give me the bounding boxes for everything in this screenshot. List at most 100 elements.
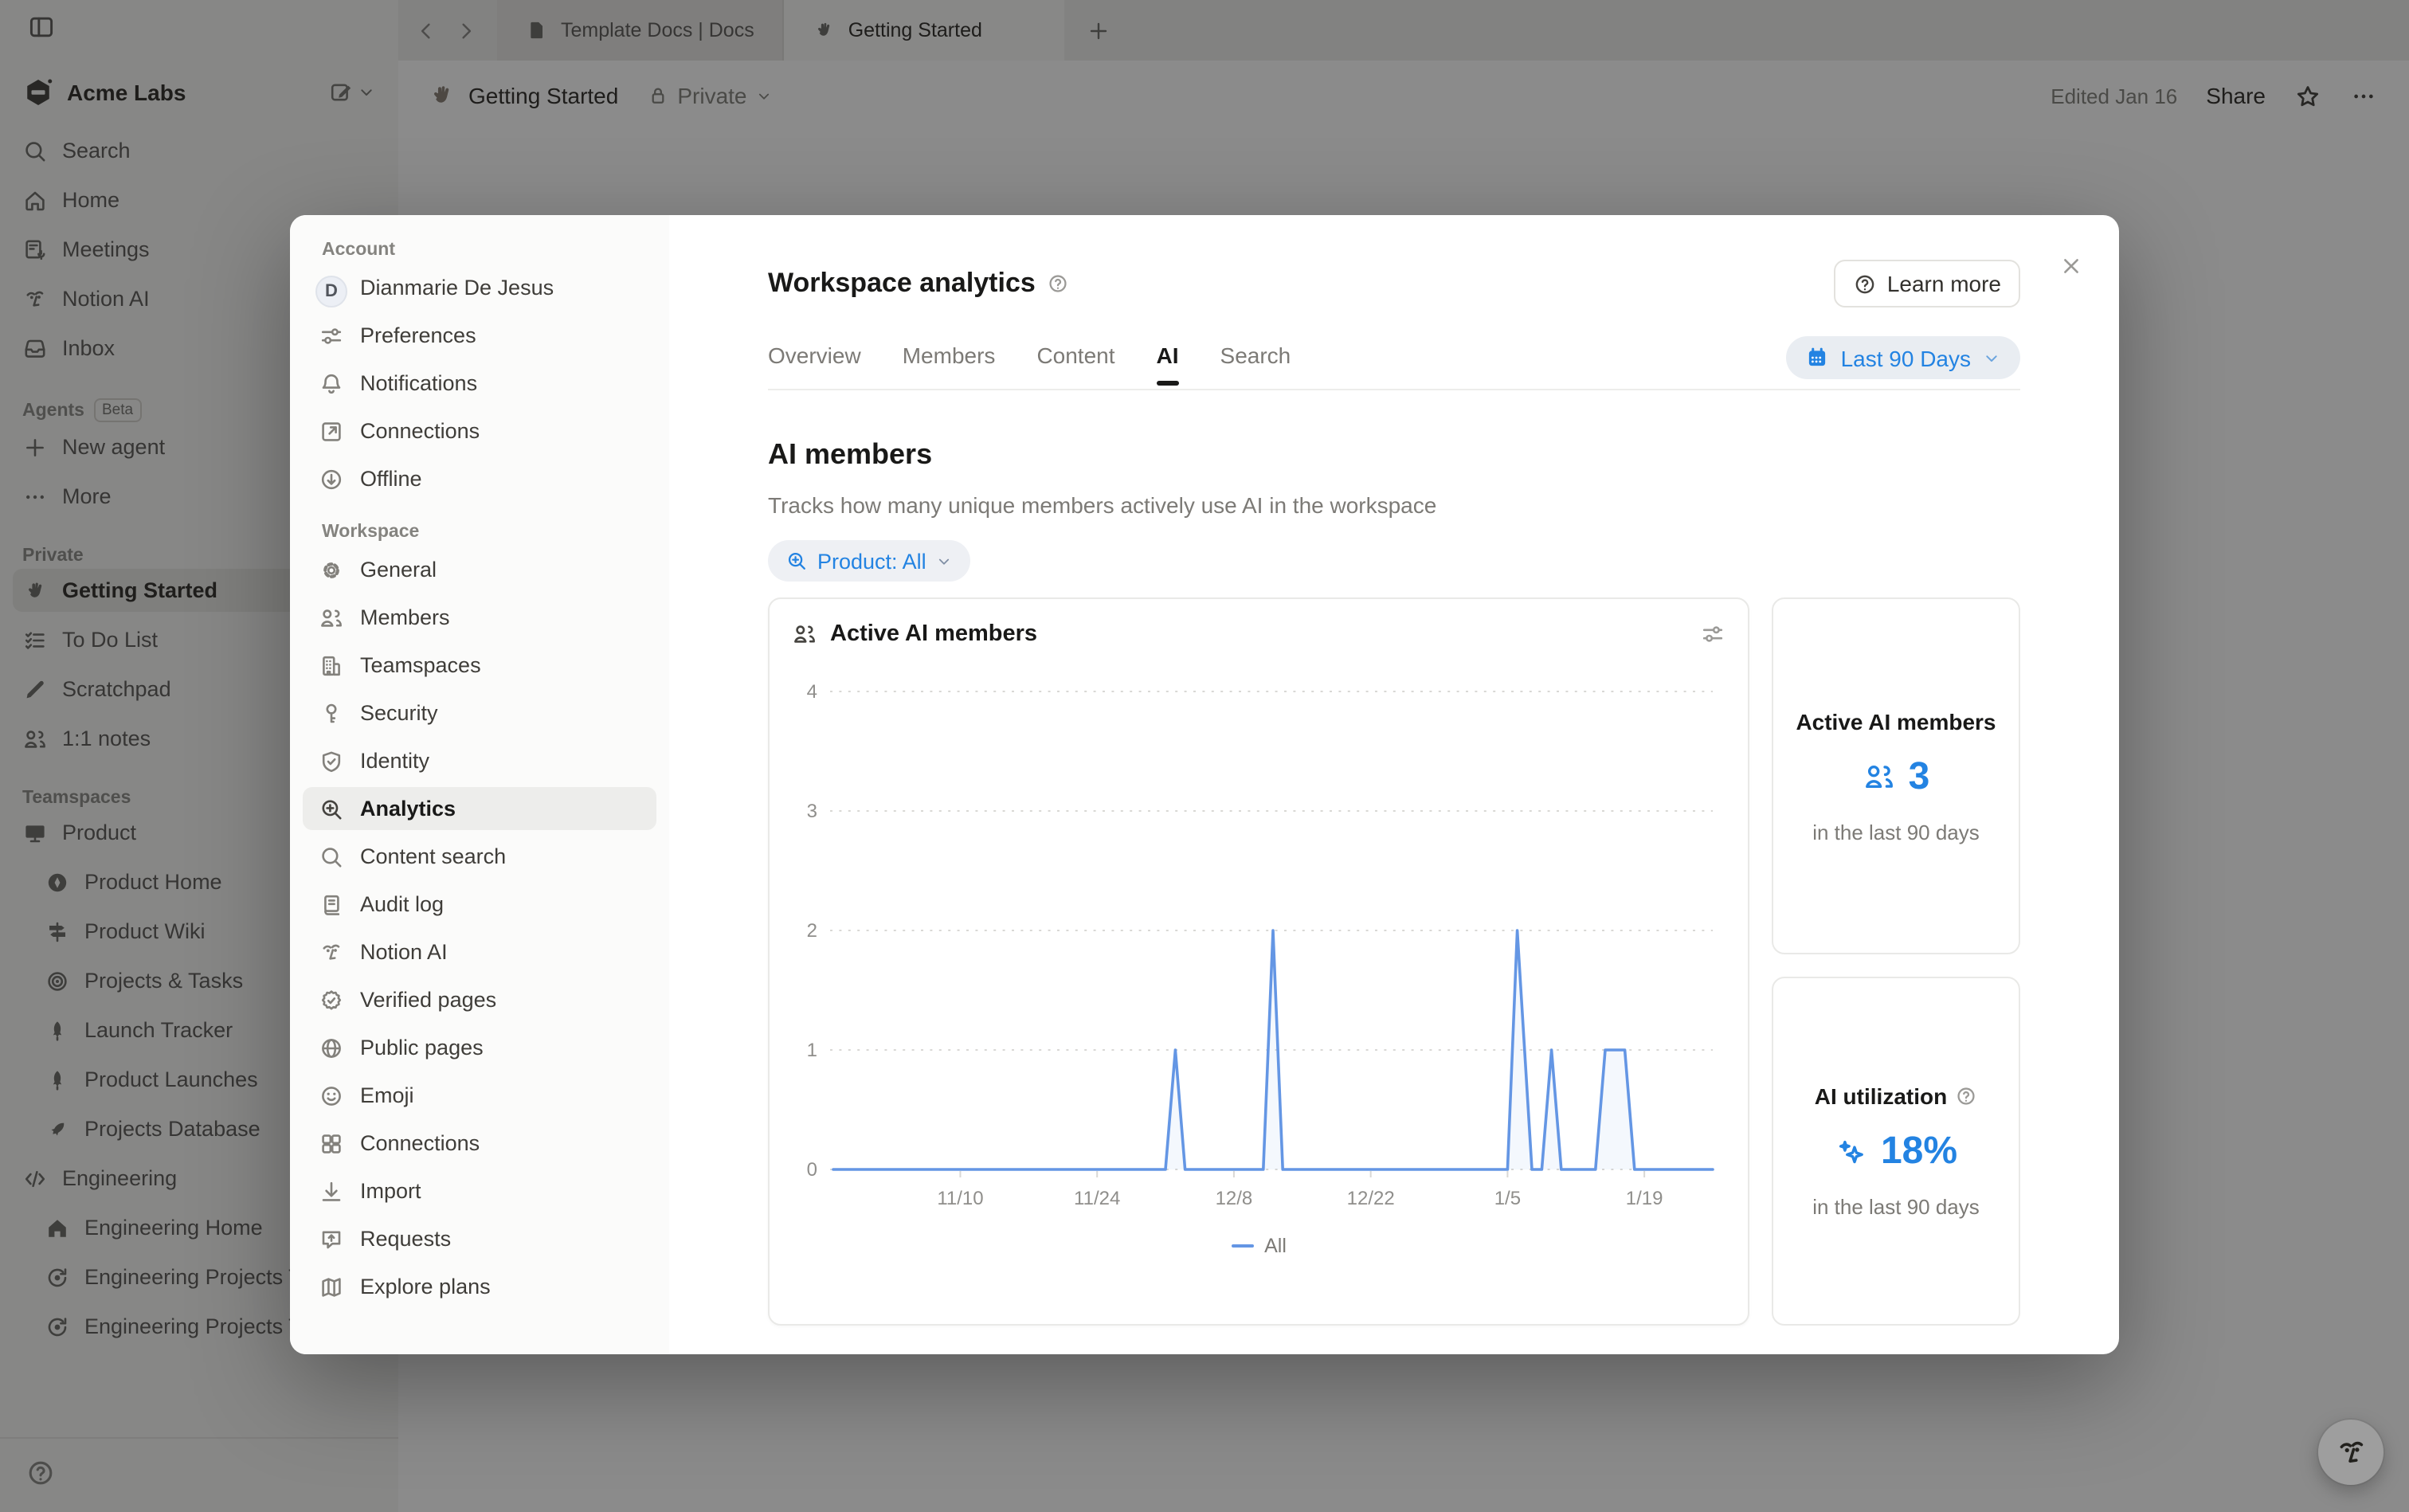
tab-content[interactable]: Content: [1036, 342, 1114, 383]
item-label: Security: [360, 701, 438, 725]
item-label: Notion AI: [360, 940, 448, 964]
search-icon: [319, 844, 344, 869]
settings-nav-item[interactable]: Audit log: [303, 883, 656, 926]
notion-ai-face-icon: [2333, 1435, 2368, 1470]
settings-nav-item[interactable]: Emoji: [303, 1074, 656, 1117]
settings-nav: Account D Dianmarie De Jesus Preferences…: [290, 215, 669, 1354]
settings-nav-item[interactable]: Requests: [303, 1217, 656, 1260]
sparkles-icon: [1835, 1135, 1868, 1169]
item-label: Offline: [360, 467, 422, 491]
stat-title: AI utilization: [1815, 1083, 1947, 1109]
stat-value: 3: [1909, 754, 1930, 799]
people-icon: [1863, 760, 1896, 793]
stat-value: 18%: [1881, 1130, 1957, 1174]
settings-nav-item[interactable]: Members: [303, 596, 656, 639]
chatup-icon: [319, 1226, 344, 1252]
account-section-label: Account: [322, 241, 637, 260]
item-icon: D: [319, 275, 344, 300]
svg-text:11/10: 11/10: [937, 1188, 983, 1209]
item-label: Teamspaces: [360, 653, 481, 677]
item-label: Notifications: [360, 371, 477, 395]
screen: Acme Labs Search Home Meetings Notion AI…: [0, 0, 2409, 1512]
settings-nav-item[interactable]: Offline: [303, 457, 656, 500]
settings-nav-item[interactable]: D Dianmarie De Jesus: [303, 266, 656, 309]
magplus-icon: [319, 796, 344, 821]
help-circle-icon[interactable]: [1955, 1085, 1977, 1107]
aiface-icon: [319, 939, 344, 965]
stat-title: Active AI members: [1796, 708, 1996, 734]
legend-line-swatch: [1231, 1244, 1253, 1248]
product-filter-chip[interactable]: Product: All: [768, 540, 971, 582]
svg-text:12/8: 12/8: [1216, 1188, 1253, 1209]
people-icon: [319, 605, 344, 630]
date-range-selector[interactable]: Last 90 Days: [1787, 336, 2020, 379]
settings-nav-item[interactable]: Notion AI: [303, 930, 656, 973]
item-label: Preferences: [360, 323, 476, 347]
svg-text:4: 4: [807, 681, 817, 703]
legend-label: All: [1264, 1235, 1287, 1257]
item-label: Identity: [360, 749, 429, 773]
line-chart: 0123411/1011/2412/812/221/51/19: [792, 647, 1725, 1232]
settings-nav-item[interactable]: Content search: [303, 835, 656, 878]
tab-overview[interactable]: Overview: [768, 342, 861, 383]
chart-title: Active AI members: [830, 621, 1687, 647]
chart-legend: All: [792, 1235, 1725, 1257]
settings-nav-item[interactable]: Explore plans: [303, 1265, 656, 1308]
learn-more-button[interactable]: Learn more: [1835, 260, 2020, 307]
svg-text:1: 1: [807, 1040, 817, 1061]
tab-ai[interactable]: AI: [1157, 342, 1179, 383]
item-label: Dianmarie De Jesus: [360, 276, 554, 300]
sliders-icon: [319, 323, 344, 348]
svg-text:11/24: 11/24: [1074, 1188, 1120, 1209]
tab-search[interactable]: Search: [1220, 342, 1291, 383]
analytics-tabs: Overview Members Content AI Search Last …: [768, 336, 2020, 390]
settings-nav-item[interactable]: Verified pages: [303, 978, 656, 1021]
item-label: Members: [360, 605, 450, 629]
arrowbox-icon: [319, 418, 344, 444]
item-label: Verified pages: [360, 988, 496, 1012]
item-label: Public pages: [360, 1036, 484, 1060]
item-label: Connections: [360, 1131, 480, 1155]
settings-nav-item[interactable]: General: [303, 548, 656, 591]
chevron-down-icon: [936, 552, 954, 570]
settings-nav-item[interactable]: Connections: [303, 1122, 656, 1165]
close-icon[interactable]: [2058, 253, 2084, 279]
svg-text:0: 0: [807, 1159, 817, 1181]
chart-settings-icon[interactable]: [1700, 621, 1725, 647]
settings-nav-item[interactable]: Preferences: [303, 314, 656, 357]
tab-members[interactable]: Members: [903, 342, 996, 383]
calendar-icon: [1806, 346, 1830, 370]
settings-nav-item[interactable]: Notifications: [303, 362, 656, 405]
help-circle-icon[interactable]: [1047, 272, 1069, 295]
question-circle-icon: [1854, 272, 1878, 296]
settings-nav-item[interactable]: Teamspaces: [303, 644, 656, 687]
workspace-items: General Members Teamspaces Security Iden…: [303, 548, 656, 1308]
settings-nav-item[interactable]: Connections: [303, 409, 656, 452]
svg-text:1/5: 1/5: [1494, 1188, 1521, 1209]
settings-nav-item[interactable]: Identity: [303, 739, 656, 782]
smiley-icon: [319, 1083, 344, 1108]
svg-text:3: 3: [807, 801, 817, 822]
item-label: Requests: [360, 1227, 451, 1251]
workspace-section-label: Workspace: [322, 523, 637, 542]
downcircle-icon: [319, 466, 344, 492]
settings-nav-item[interactable]: Import: [303, 1169, 656, 1212]
item-label: General: [360, 558, 437, 582]
map-icon: [319, 1274, 344, 1299]
notion-ai-fab-button[interactable]: [2318, 1420, 2384, 1485]
key-icon: [319, 700, 344, 726]
svg-text:1/19: 1/19: [1626, 1188, 1663, 1209]
item-label: Emoji: [360, 1083, 414, 1107]
account-items: D Dianmarie De Jesus Preferences Notific…: [303, 266, 656, 500]
active-ai-members-chart-card: Active AI members 0123411/1011/2412/812/…: [768, 597, 1749, 1326]
svg-text:12/22: 12/22: [1347, 1188, 1395, 1209]
gear-icon: [319, 557, 344, 582]
settings-nav-item[interactable]: Security: [303, 691, 656, 734]
settings-nav-item[interactable]: Analytics: [303, 787, 656, 830]
settings-nav-item[interactable]: Public pages: [303, 1026, 656, 1069]
people-icon: [792, 621, 817, 647]
globe-icon: [319, 1035, 344, 1060]
section-description: Tracks how many unique members actively …: [768, 492, 2020, 518]
stat-caption: in the last 90 days: [1812, 1195, 1980, 1219]
page-title: Workspace analytics: [768, 268, 1036, 300]
